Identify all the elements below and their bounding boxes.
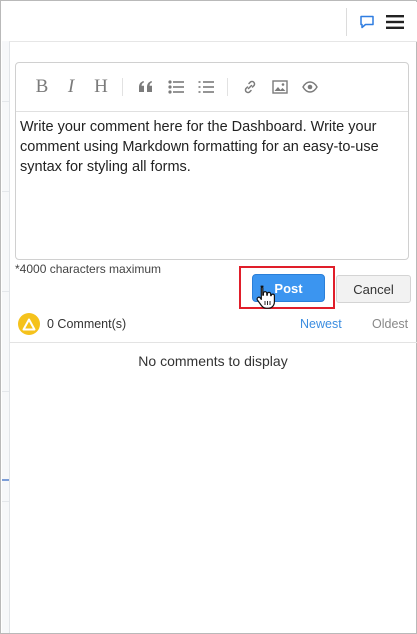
unordered-list-button[interactable] xyxy=(165,76,187,98)
empty-comments-message: No comments to display xyxy=(138,353,288,369)
hamburger-icon xyxy=(386,15,404,29)
comments-toggle-button[interactable] xyxy=(359,14,375,30)
ordered-list-icon xyxy=(198,81,214,93)
ordered-list-button[interactable] xyxy=(195,76,217,98)
link-icon xyxy=(244,80,256,94)
unordered-list-icon xyxy=(168,80,184,94)
quote-button[interactable] xyxy=(135,76,157,98)
cancel-button[interactable]: Cancel xyxy=(336,275,411,303)
heading-icon: H xyxy=(94,76,108,97)
user-avatar-icon xyxy=(22,318,36,330)
avatar xyxy=(18,313,40,335)
image-icon xyxy=(272,80,288,94)
comment-count: 0 Comment(s) xyxy=(47,317,127,331)
preview-button[interactable] xyxy=(299,76,321,98)
link-button[interactable] xyxy=(239,76,261,98)
post-button-label: Post xyxy=(274,280,303,296)
comment-textarea[interactable]: Write your comment here for the Dashboar… xyxy=(20,117,400,177)
header-divider xyxy=(346,8,347,36)
background-dashboard-strip xyxy=(2,41,10,633)
editor-toolbar: B I H xyxy=(16,63,408,112)
image-button[interactable] xyxy=(269,76,291,98)
italic-button[interactable]: I xyxy=(60,76,82,98)
preview-eye-icon xyxy=(302,81,318,93)
character-limit-note: *4000 characters maximum xyxy=(15,262,162,276)
comments-divider xyxy=(9,342,417,343)
sort-newest-link[interactable]: Newest xyxy=(300,317,342,331)
italic-icon: I xyxy=(67,76,75,97)
panel-header xyxy=(9,2,417,42)
chat-bubble-icon xyxy=(360,15,374,29)
heading-button[interactable]: H xyxy=(90,76,112,98)
sort-oldest-link[interactable]: Oldest xyxy=(372,317,408,331)
bold-icon: B xyxy=(35,76,49,97)
hand-pointer-cursor-icon xyxy=(256,285,275,309)
cancel-button-label: Cancel xyxy=(353,281,394,297)
bold-button[interactable]: B xyxy=(31,76,53,98)
comments-panel: B I H Write your comment here for the Da… xyxy=(0,0,417,634)
quote-icon xyxy=(139,81,153,92)
menu-button[interactable] xyxy=(386,14,404,30)
comment-editor[interactable]: B I H Write your comment here for the Da… xyxy=(15,62,409,260)
